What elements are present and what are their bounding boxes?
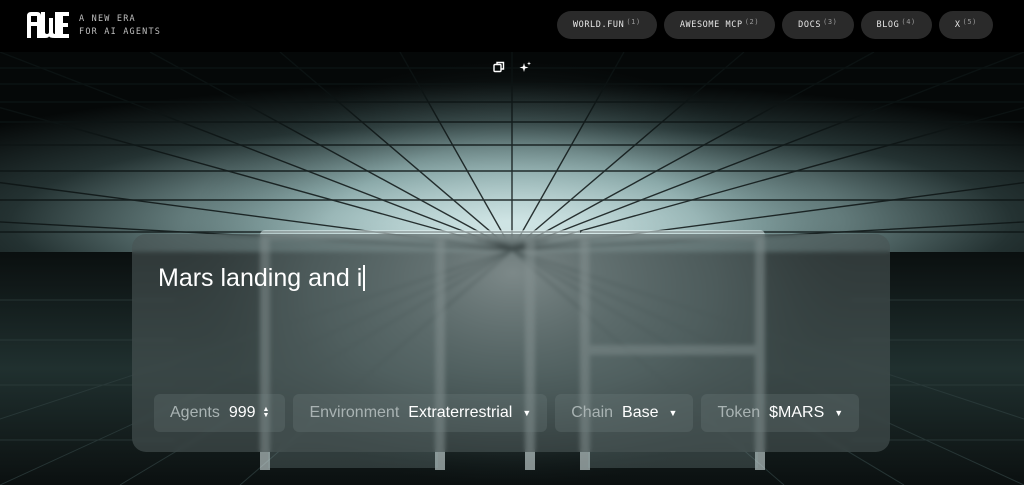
nav-awesome-mcp-label: AWESOME MCP <box>679 20 743 30</box>
tagline-line-2: FOR AI AGENTS <box>79 27 162 37</box>
nav-awesome-mcp[interactable]: AWESOME MCP (2) <box>663 11 776 39</box>
tagline-line-1: A NEW ERA <box>79 14 136 24</box>
nav-blog-label: BLOG <box>876 20 900 30</box>
site-header: A NEW ERA FOR AI AGENTS WORLD.FUN (1) AWE… <box>0 0 1024 52</box>
nav-blog[interactable]: BLOG (4) <box>860 11 932 39</box>
chevron-down-icon: ▼ <box>668 408 678 418</box>
environment-label: Environment <box>309 404 400 421</box>
nav-blog-index: (4) <box>901 18 916 26</box>
nav-world-fun-label: WORLD.FUN <box>572 20 625 30</box>
top-nav: WORLD.FUN (1) AWESOME MCP (2) DOCS (3) BLOG… <box>556 11 993 39</box>
prompt-input[interactable]: Mars landing and i <box>158 264 858 296</box>
agents-stepper[interactable]: Agents 999 ▲ ▼ <box>154 394 286 432</box>
prompt-text: Mars landing and i <box>158 264 363 292</box>
nav-awesome-mcp-index: (2) <box>744 18 760 26</box>
stepper-arrows-icon[interactable]: ▲ ▼ <box>263 406 270 419</box>
prompt-controls: Agents 999 ▲ ▼ Environment Extraterrestri… <box>154 394 860 432</box>
text-caret <box>363 265 365 291</box>
environment-select[interactable]: Environment Extraterrestrial ▼ <box>293 394 548 432</box>
chevron-down-icon: ▼ <box>834 408 844 418</box>
site-tagline: A NEW ERA FOR AI AGENTS <box>79 13 161 39</box>
chain-select[interactable]: Chain Base ▼ <box>555 394 694 432</box>
prompt-card: Mars landing and i Agents 999 ▲ ▼ Environ… <box>132 234 890 452</box>
token-value: $MARS <box>769 404 825 421</box>
nav-world-fun-index: (1) <box>626 18 641 26</box>
sparkle-icon[interactable] <box>516 58 534 76</box>
chevron-down-icon: ▼ <box>522 408 532 418</box>
chain-value: Base <box>622 404 659 421</box>
environment-value: Extraterrestrial <box>408 404 513 421</box>
chain-label: Chain <box>571 404 614 421</box>
copy-icon[interactable] <box>490 58 508 76</box>
nav-docs[interactable]: DOCS (3) <box>782 11 854 39</box>
nav-x[interactable]: X (5) <box>938 11 993 39</box>
nav-world-fun[interactable]: WORLD.FUN (1) <box>556 11 657 39</box>
nav-docs-index: (3) <box>823 18 838 26</box>
agents-value: 999 <box>228 404 256 421</box>
nav-x-label: X <box>954 20 961 30</box>
awe-logo[interactable] <box>27 12 69 38</box>
nav-x-index: (5) <box>962 18 977 26</box>
agents-label: Agents <box>170 404 220 421</box>
nav-docs-label: DOCS <box>798 20 822 30</box>
token-label: Token <box>717 404 761 421</box>
scene-tools <box>490 58 534 76</box>
token-select[interactable]: Token $MARS ▼ <box>701 394 860 432</box>
